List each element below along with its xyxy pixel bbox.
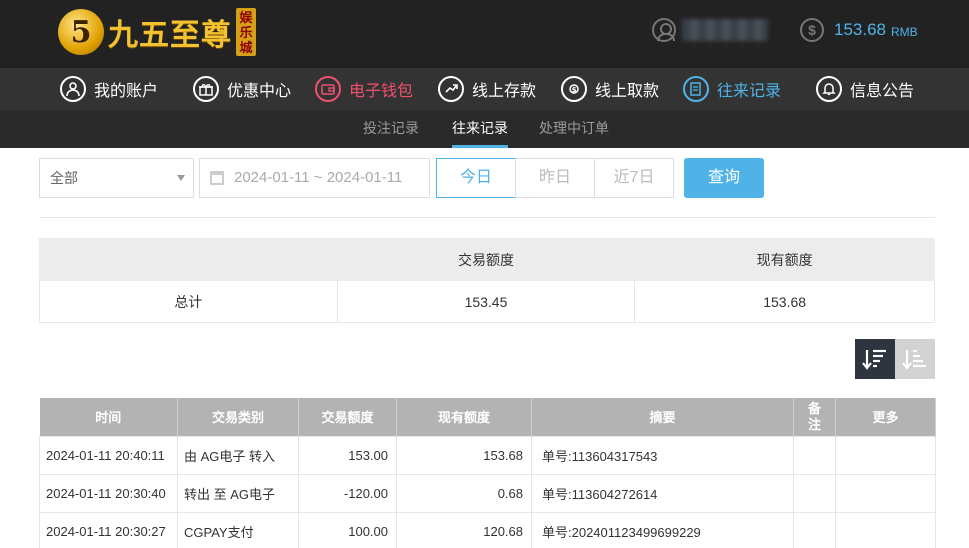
records-table: 时间 交易类别 交易额度 现有额度 摘要 备注 更多 2024-01-11 20… [39,398,936,548]
summary-cell: 总计 [39,280,338,323]
logo-mark: 5 [58,9,104,55]
nav-label: 电子钱包 [349,83,414,100]
sort-asc-icon [902,349,926,370]
sort-desc-button[interactable] [855,339,895,379]
type-select[interactable]: 全部 [39,158,194,198]
range-yesterday-button[interactable]: 昨日 [515,158,595,198]
summary-cell: 153.45 [336,280,636,323]
range-7days-button[interactable]: 近7日 [594,158,674,198]
column-header-type: 交易类别 [177,398,299,436]
cell-remark [793,473,836,513]
table-row: 2024-01-11 20:30:40 转出 至 AG电子 -120.00 0.… [39,473,936,513]
cell-summary: 单号:113604272614 [531,473,794,513]
balance-value: 153.68 [834,20,886,39]
main-nav: 我的账户 优惠中心 电子钱包 线上存款 $ 线上取款 往来记录 信息公告 [0,68,969,110]
column-header-amount: 交易额度 [298,398,397,436]
summary-header-cell [39,238,338,281]
nav-my-account[interactable]: 我的账户 [60,74,158,104]
nav-label: 我的账户 [94,83,159,100]
withdraw-icon: $ [561,76,587,102]
column-header-balance: 现有额度 [396,398,532,436]
nav-label: 线上取款 [595,83,660,100]
table-row: 2024-01-11 20:30:27 CGPAY支付 100.00 120.6… [39,511,936,548]
balance-display: $ 153.68 RMB [800,18,918,42]
cell-time: 2024-01-11 20:40:11 [39,435,178,475]
cell-amount: 153.00 [298,435,397,475]
calendar-icon [210,171,224,185]
sort-asc-button[interactable] [895,339,935,379]
cell-type: CGPAY支付 [177,511,299,548]
cell-time: 2024-01-11 20:30:40 [39,473,178,513]
tab-pending-orders[interactable]: 处理中订单 [539,110,609,148]
tab-bet-records[interactable]: 投注记录 [363,110,419,148]
cell-balance: 153.68 [396,435,532,475]
summary-header-cell: 交易额度 [336,238,636,281]
summary-row: 总计 153.45 153.68 [39,280,935,323]
cell-amount: -120.00 [298,473,397,513]
logo-text: 九五至尊 [108,18,232,53]
cell-more[interactable] [835,473,936,513]
user-avatar-icon [652,18,676,42]
nav-label: 优惠中心 [227,83,292,100]
type-select-value: 全部 [50,170,78,186]
chevron-down-icon [177,175,185,181]
nav-e-wallet[interactable]: 电子钱包 [315,74,413,104]
nav-online-withdraw[interactable]: $ 线上取款 [561,74,659,104]
top-header: 5 九五至尊 娱 乐 城 $ 153.68 RMB [0,0,969,68]
column-header-more: 更多 [835,398,936,436]
column-header-summary: 摘要 [531,398,794,436]
logo-badge-char: 乐 [239,24,253,40]
nav-label: 往来记录 [717,83,782,100]
column-header-time: 时间 [39,398,178,436]
cell-more[interactable] [835,435,936,475]
cell-amount: 100.00 [298,511,397,548]
records-header-row: 时间 交易类别 交易额度 现有额度 摘要 备注 更多 [39,398,936,436]
username-masked [682,19,768,41]
column-header-remark: 备注 [793,398,836,436]
bell-icon [816,76,842,102]
coin-icon: $ [800,18,824,42]
cell-type: 由 AG电子 转入 [177,435,299,475]
cell-balance: 120.68 [396,511,532,548]
nav-label: 线上存款 [472,83,537,100]
summary-header-row: 交易额度 现有额度 [39,238,935,281]
cell-remark [793,511,836,548]
summary-header-cell: 现有额度 [634,238,935,281]
user-icon [60,76,86,102]
summary-table: 交易额度 现有额度 总计 153.45 153.68 [39,238,935,323]
logo-badge-char: 娱 [239,9,253,25]
records-icon [683,76,709,102]
balance-unit: RMB [891,24,918,39]
nav-online-deposit[interactable]: 线上存款 [438,74,536,104]
table-row: 2024-01-11 20:40:11 由 AG电子 转入 153.00 153… [39,435,936,475]
nav-label: 信息公告 [850,83,915,100]
cell-more[interactable] [835,511,936,548]
cell-summary: 单号:113604317543 [531,435,794,475]
cell-balance: 0.68 [396,473,532,513]
logo-badge-char: 城 [239,39,253,55]
summary-cell: 153.68 [634,280,935,323]
gift-icon [193,76,219,102]
nav-promotions[interactable]: 优惠中心 [193,74,291,104]
cell-remark [793,435,836,475]
range-today-button[interactable]: 今日 [436,158,516,198]
cell-summary: 单号:202401123499699229 [531,511,794,548]
cell-time: 2024-01-11 20:30:27 [39,511,178,548]
nav-announcements[interactable]: 信息公告 [816,74,914,104]
sort-desc-icon [862,349,886,370]
cell-type: 转出 至 AG电子 [177,473,299,513]
divider [39,217,935,218]
logo-badge: 娱 乐 城 [236,8,256,56]
date-range-value: 2024-01-11 ~ 2024-01-11 [234,169,403,186]
tab-transaction-records[interactable]: 往来记录 [452,110,508,148]
deposit-icon [438,76,464,102]
site-logo[interactable]: 5 九五至尊 娱 乐 城 [58,6,256,58]
query-button[interactable]: 查询 [684,158,764,198]
sub-nav: 投注记录 往来记录 处理中订单 [0,110,969,148]
svg-text:$: $ [572,86,577,94]
date-range-input[interactable]: 2024-01-11 ~ 2024-01-11 [199,158,430,198]
user-info[interactable] [652,18,768,42]
wallet-icon [315,76,341,102]
nav-transaction-records[interactable]: 往来记录 [683,74,781,104]
